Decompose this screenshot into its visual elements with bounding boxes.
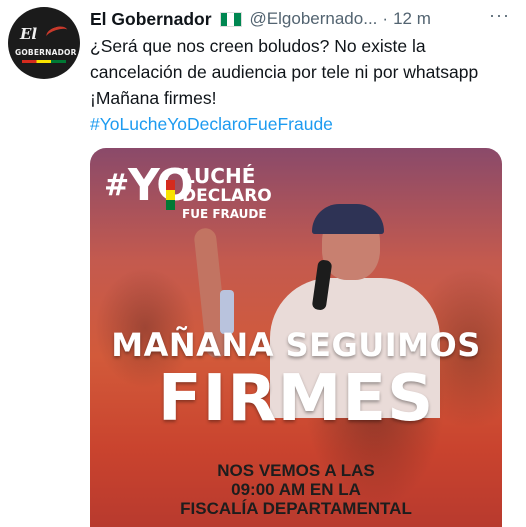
avatar-flag-stripe <box>22 60 66 63</box>
tweet-header: El Gobernador @Elgobernado... · 12 m ··· <box>90 5 510 32</box>
logo-line-fue-fraude: FUE FRAUDE <box>182 207 267 221</box>
tweet-hashtag-link[interactable]: #YoLucheYoDeclaroFueFraude <box>90 111 333 137</box>
subtext-line-1: NOS VEMOS A LAS <box>217 461 375 480</box>
tweet-text: ¿Será que nos creen boludos? No existe l… <box>90 36 479 108</box>
headline-firmes: FIRMES <box>157 362 435 436</box>
subtext-line-3: FISCALÍA DEPARTAMENTAL <box>180 499 412 518</box>
logo-line-declaro: DECLARO <box>182 186 272 206</box>
tweet-media-image[interactable]: # YO LUCHÉ DECLARO FUE FRAUDE MAÑANA SEG… <box>90 148 502 527</box>
separator-dot: · <box>382 9 389 28</box>
bolivia-flag-icon <box>166 180 175 210</box>
nigeria-flag-icon <box>219 11 242 27</box>
headline-manana-seguimos: MAÑANA SEGUIMOS <box>111 326 481 364</box>
tweet-timestamp[interactable]: 12 m <box>393 9 431 29</box>
logo-line-luche: LUCHÉ <box>182 164 256 188</box>
more-options-icon[interactable]: ··· <box>489 5 510 26</box>
subtext-line-2: 09:00 AM EN LA <box>231 480 361 499</box>
author-name[interactable]: El Gobernador <box>90 9 212 30</box>
avatar-text-gobernador: GOBERNADOR <box>15 48 77 57</box>
author-avatar[interactable]: El GOBERNADOR <box>8 7 80 79</box>
logo-hash: # <box>104 168 130 203</box>
author-handle[interactable]: @Elgobernado... <box>250 9 378 29</box>
avatar-swoosh-icon <box>44 23 70 44</box>
avatar-text-el: El <box>20 25 38 43</box>
